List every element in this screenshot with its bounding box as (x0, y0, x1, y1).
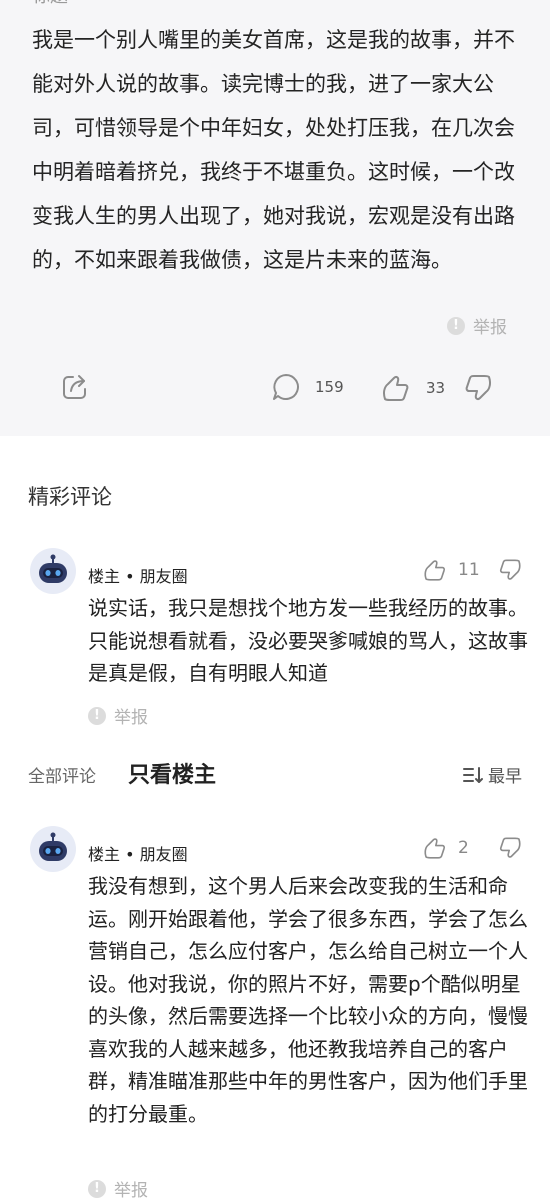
post-report-button[interactable]: ! 举报 (447, 313, 507, 338)
post-card: 标题 我是一个别人嘴里的美女首席，这是我的故事，并不能对外人说的故事。读完博士的… (0, 0, 550, 436)
post-report-label: 举报 (473, 318, 507, 338)
comment-icon (271, 372, 301, 402)
thumbs-up-icon (422, 557, 448, 583)
tab-owner-only[interactable]: 只看楼主 (128, 757, 216, 789)
like-button[interactable]: 33 (380, 372, 445, 404)
warning-icon: ! (88, 1179, 106, 1198)
comment-report-label: 举报 (114, 708, 148, 728)
comment-dislike-button[interactable] (497, 557, 523, 583)
comment-text: 说实话，我只是想找个地方发一些我经历的故事。只能说想看就看，没必要哭爹喊娘的骂人… (88, 596, 528, 685)
warning-icon: ! (88, 706, 106, 725)
comment-like-button[interactable]: 11 (422, 557, 480, 583)
comment-like-count: 11 (458, 560, 480, 580)
post-action-bar: 159 33 (0, 366, 550, 410)
comment-text: 我没有想到，这个男人后来会改变我的生活和命运。刚开始跟着他，学会了很多东西，学会… (88, 874, 528, 1126)
comment-report-button[interactable]: ! 举报 (88, 703, 148, 728)
robot-avatar-icon (35, 831, 71, 867)
tab-all-comments[interactable]: 全部评论 (28, 762, 96, 787)
avatar[interactable] (30, 548, 76, 594)
share-button[interactable] (60, 372, 90, 402)
sort-button[interactable]: 最早 (462, 762, 522, 787)
share-icon (60, 372, 90, 402)
comment-like-button[interactable]: 2 (422, 835, 469, 861)
comment-report-label: 举报 (114, 1181, 148, 1201)
thumbs-down-icon (497, 835, 523, 861)
comment-dislike-button[interactable] (497, 835, 523, 861)
sort-icon (462, 765, 484, 785)
comment-like-count: 2 (458, 838, 469, 858)
comment-report-button[interactable]: ! 举报 (88, 1176, 148, 1201)
comment-author[interactable]: 楼主 • 朋友圈 (88, 841, 188, 865)
dislike-button[interactable] (462, 372, 494, 404)
section-title: 精彩评论 (28, 485, 112, 509)
warning-icon: ! (447, 316, 465, 335)
thumbs-down-icon (497, 557, 523, 583)
robot-avatar-icon (35, 553, 71, 589)
like-count: 33 (426, 379, 446, 397)
comment-tabs: 全部评论 只看楼主 最早 (0, 752, 550, 796)
comment-count: 159 (315, 378, 344, 396)
comment-button[interactable]: 159 (271, 372, 344, 402)
sort-label: 最早 (488, 767, 522, 787)
thumbs-down-icon (462, 372, 494, 404)
comment-author[interactable]: 楼主 • 朋友圈 (88, 563, 188, 587)
post-title-cutoff: 标题 (32, 0, 76, 4)
post-body: 我是一个别人嘴里的美女首席，这是我的故事，并不能对外人说的故事。读完博士的我，进… (32, 28, 515, 272)
thumbs-up-icon (380, 372, 412, 404)
avatar[interactable] (30, 826, 76, 872)
thumbs-up-icon (422, 835, 448, 861)
